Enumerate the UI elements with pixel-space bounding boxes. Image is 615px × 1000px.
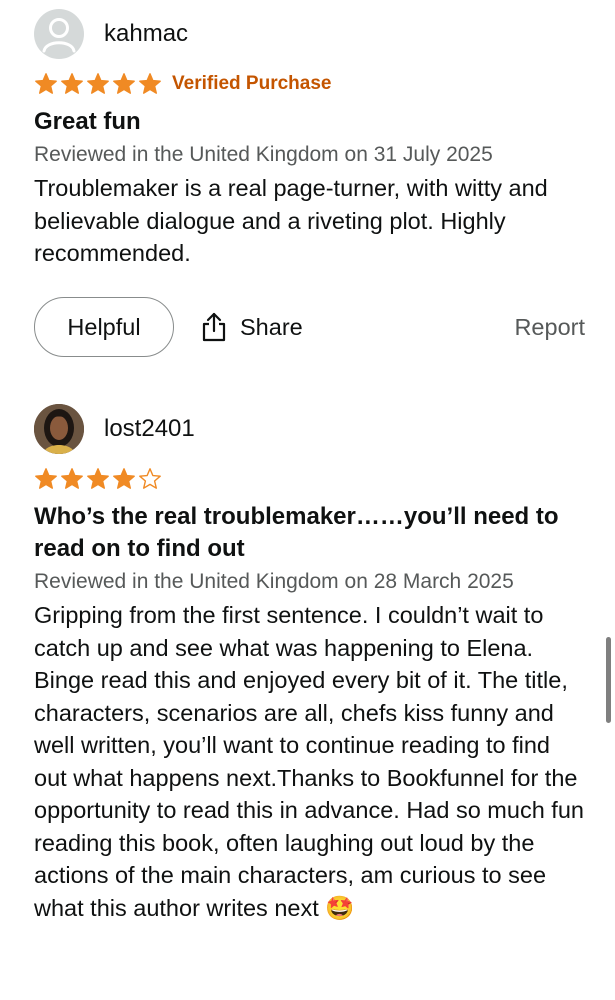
scrollbar[interactable] — [606, 637, 611, 723]
rating-row: Verified Purchase — [34, 70, 585, 98]
reviewer-profile[interactable]: kahmac — [34, 8, 585, 60]
star-filled-icon — [87, 468, 109, 489]
share-button[interactable]: Share — [200, 311, 303, 343]
share-icon — [202, 312, 226, 342]
reviewer-profile[interactable]: lost2401 — [34, 403, 585, 455]
star-filled-icon — [35, 73, 57, 94]
review-actions: Helpful Share Report — [34, 296, 585, 358]
default-user-icon — [34, 9, 84, 59]
review-date: Reviewed in the United Kingdom on 28 Mar… — [34, 570, 514, 593]
review-text: Troublemaker is a real page-turner, with… — [34, 175, 548, 266]
review-title: Great fun — [34, 108, 141, 135]
reviewer-name: lost2401 — [104, 415, 195, 442]
review-card: kahmac Verified Purchase Great fun Revie… — [34, 8, 585, 357]
star-filled-icon — [61, 468, 83, 489]
review-date: Reviewed in the United Kingdom on 31 Jul… — [34, 143, 493, 166]
review-text: Gripping from the first sentence. I coul… — [34, 602, 584, 921]
helpful-button[interactable]: Helpful — [34, 297, 174, 357]
star-empty-icon — [139, 468, 161, 489]
share-label: Share — [240, 313, 303, 340]
star-filled-icon — [87, 73, 109, 94]
star-filled-icon — [139, 73, 161, 94]
star-filled-icon — [61, 73, 83, 94]
review-title: Who’s the real troublemaker……you’ll need… — [34, 503, 559, 562]
reviews-page: kahmac Verified Purchase Great fun Revie… — [0, 0, 615, 1000]
star-filled-icon — [113, 468, 135, 489]
star-filled-icon — [35, 468, 57, 489]
star-rating — [34, 467, 162, 491]
star-rating — [34, 72, 162, 96]
rating-row — [34, 465, 585, 493]
review-card: lost2401 Who’s the real troublemaker……yo… — [34, 403, 585, 924]
star-filled-icon — [113, 73, 135, 94]
verified-purchase-badge: Verified Purchase — [172, 73, 332, 94]
profile-photo — [34, 404, 84, 454]
report-link[interactable]: Report — [514, 314, 585, 341]
reviewer-name: kahmac — [104, 20, 189, 47]
